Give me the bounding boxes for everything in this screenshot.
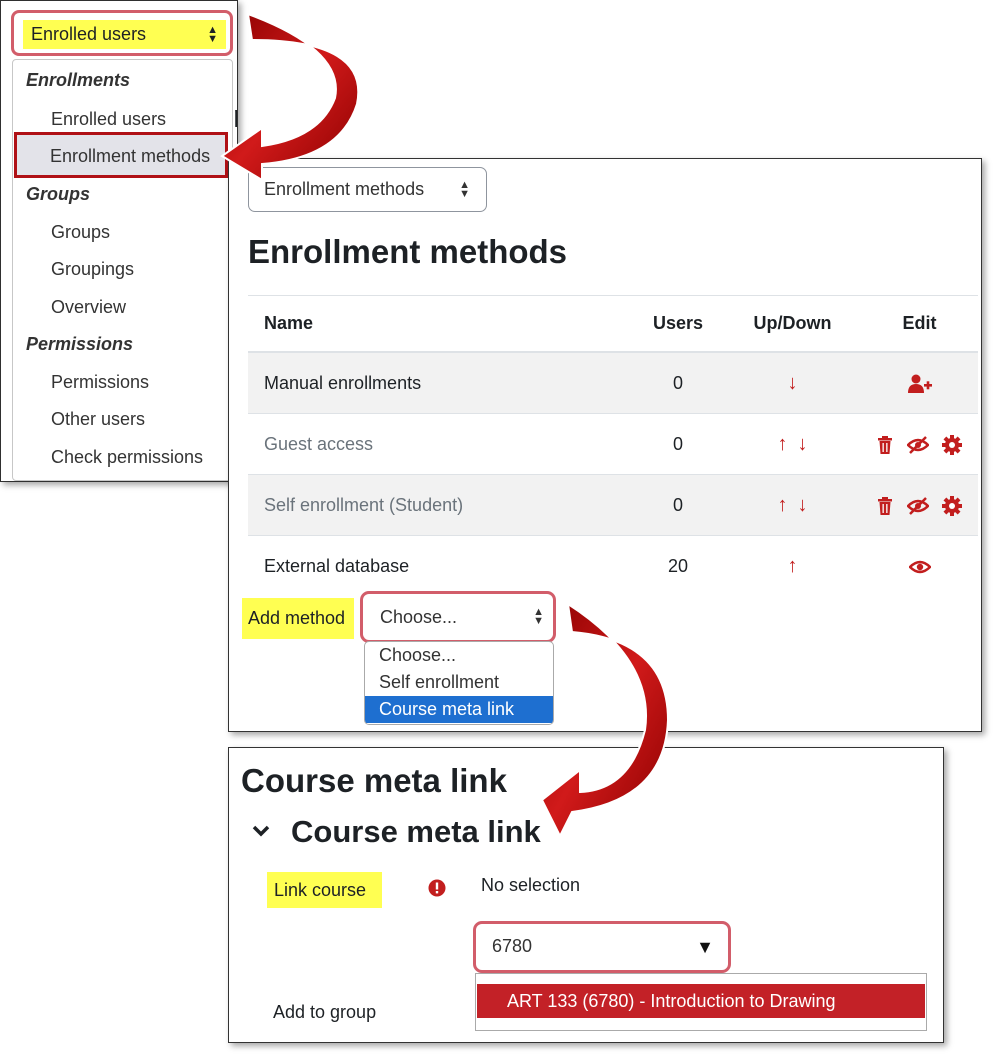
method-users: 0 <box>632 413 724 475</box>
updown-cell: ↓ <box>724 351 861 414</box>
show-icon[interactable] <box>908 559 931 575</box>
nav-select-highlight: Enrolled users ▲ ▼ <box>11 10 233 56</box>
table-row: External database 20 ↑ <box>248 535 978 596</box>
nav-item-groups[interactable]: Groups <box>51 222 110 243</box>
sort-arrows-icon: ▲ ▼ <box>207 23 218 45</box>
enrollment-methods-table: Name Users Up/Down Edit Manual enrollmen… <box>248 295 978 596</box>
no-selection-text: No selection <box>481 875 581 895</box>
edit-cell <box>861 351 978 414</box>
link-course-label: Link course <box>267 872 382 908</box>
nav-item-groupings[interactable]: Groupings <box>51 259 134 280</box>
page-title: Enrollment methods <box>248 233 568 270</box>
nav-item-label: Enrollment methods <box>50 146 211 166</box>
edit-cell <box>861 535 978 596</box>
section-title: Course meta link <box>291 814 541 849</box>
table-row: Guest access 0 ↑ ↓ <box>248 413 978 475</box>
nav-item-enrollment-methods[interactable]: Enrollment methods <box>14 132 228 178</box>
navigation-panel: Enrolled users ▲ ▼ Enrollments Enrolled u… <box>0 0 238 482</box>
table-header-row: Name Users Up/Down Edit <box>248 295 978 353</box>
delete-icon[interactable] <box>877 435 893 454</box>
settings-icon[interactable] <box>941 434 962 455</box>
nav-group-groups: Groups <box>26 184 91 204</box>
course-search-input[interactable]: 6780 ▼ <box>473 921 731 973</box>
add-to-group-label: Add to group <box>273 1002 377 1022</box>
column-header-users: Users <box>632 295 724 353</box>
method-users: 20 <box>632 535 724 596</box>
hide-icon[interactable] <box>906 435 929 454</box>
nav-item-enrolled-users[interactable]: Enrolled users <box>51 109 166 130</box>
column-header-name: Name <box>248 295 632 353</box>
sort-arrows-icon: ▲ ▼ <box>533 606 544 627</box>
nav-select-value: Enrolled users <box>31 24 147 44</box>
nav-group-enrollments: Enrollments <box>26 70 131 90</box>
move-up-icon[interactable]: ↑ <box>778 433 788 456</box>
background-heading-fragment: r <box>233 98 237 135</box>
nav-select[interactable]: Enrolled users ▲ ▼ <box>23 20 226 49</box>
sort-arrows-icon: ▲ ▼ <box>459 178 470 200</box>
page-title: Course meta link <box>241 762 507 799</box>
add-method-label: Add method <box>242 598 354 639</box>
move-down-icon[interactable]: ↓ <box>798 494 808 517</box>
add-method-value: Choose... <box>380 607 458 627</box>
add-method-options: Choose... Self enrollment Course meta li… <box>364 641 554 725</box>
table-row: Manual enrollments 0 ↓ <box>248 351 978 414</box>
nav-item-check-permissions[interactable]: Check permissions <box>51 447 203 468</box>
option-choose[interactable]: Choose... <box>365 642 553 669</box>
course-suggestion-item[interactable]: ART 133 (6780) - Introduction to Drawing <box>477 984 925 1018</box>
nav-item-overview[interactable]: Overview <box>51 297 126 318</box>
column-header-edit: Edit <box>861 295 978 353</box>
move-up-icon[interactable]: ↑ <box>788 555 798 578</box>
method-users: 0 <box>632 474 724 536</box>
course-search-value: 6780 <box>492 936 533 956</box>
add-method-highlight: Choose... ▲ ▼ <box>360 591 556 643</box>
page-select[interactable]: Enrollment methods ▲ ▼ <box>248 167 487 212</box>
updown-cell: ↑ <box>724 535 861 596</box>
arrow-to-enrollment-methods <box>220 12 360 182</box>
settings-icon[interactable] <box>941 495 962 516</box>
edit-cell <box>861 413 978 475</box>
chevron-down-icon[interactable] <box>251 824 271 838</box>
method-name: Guest access <box>248 413 632 475</box>
move-up-icon[interactable]: ↑ <box>778 494 788 517</box>
hide-icon[interactable] <box>906 496 929 515</box>
option-self-enrollment[interactable]: Self enrollment <box>365 669 553 696</box>
nav-menu: Enrollments Enrolled users Enrollment me… <box>12 59 233 481</box>
required-icon <box>428 879 446 897</box>
edit-cell <box>861 474 978 536</box>
method-name: Manual enrollments <box>248 351 632 414</box>
enrol-users-icon[interactable] <box>907 374 932 394</box>
option-course-meta-link[interactable]: Course meta link <box>365 696 553 723</box>
course-suggestions: ART 133 (6780) - Introduction to Drawing <box>475 973 927 1031</box>
caret-down-icon[interactable]: ▼ <box>696 937 714 958</box>
nav-group-permissions: Permissions <box>26 334 134 354</box>
delete-icon[interactable] <box>877 496 893 515</box>
updown-cell: ↑ ↓ <box>724 413 861 475</box>
enrollment-methods-panel: Enrollment methods ▲ ▼ Enrollment methods… <box>228 158 982 732</box>
course-meta-link-panel: Course meta link Course meta link Link c… <box>228 747 944 1043</box>
method-users: 0 <box>632 351 724 414</box>
move-down-icon[interactable]: ↓ <box>788 372 798 395</box>
table-row: Self enrollment (Student) 0 ↑ ↓ <box>248 474 978 536</box>
method-name: Self enrollment (Student) <box>248 474 632 536</box>
nav-item-other-users[interactable]: Other users <box>51 409 145 430</box>
move-down-icon[interactable]: ↓ <box>798 433 808 456</box>
updown-cell: ↑ ↓ <box>724 474 861 536</box>
method-name: External database <box>248 535 632 596</box>
column-header-updown: Up/Down <box>724 295 861 353</box>
nav-item-permissions[interactable]: Permissions <box>51 372 149 393</box>
add-method-select[interactable]: Choose... ▲ ▼ <box>369 598 546 636</box>
page-select-value: Enrollment methods <box>264 179 425 199</box>
